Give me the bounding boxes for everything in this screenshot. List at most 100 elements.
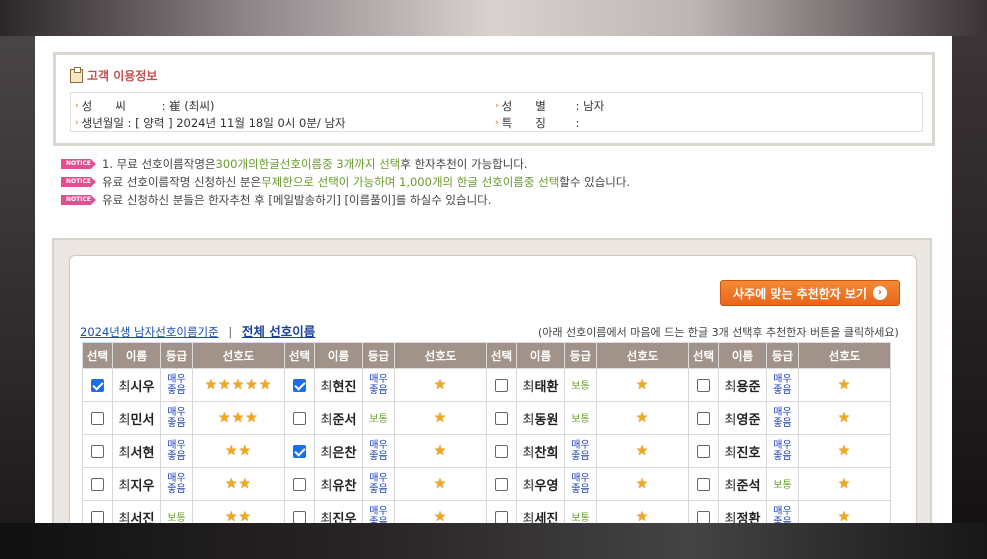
background-left: [0, 36, 35, 523]
star-rating-icon: ★: [837, 377, 852, 393]
clipboard-icon: [70, 66, 83, 83]
column-header: 이름: [314, 342, 363, 369]
feature-label: 특 징: [501, 116, 546, 130]
name-cell: 최진우: [314, 500, 363, 524]
name-surname: 최: [320, 412, 333, 428]
name-checkbox[interactable]: [293, 444, 306, 458]
column-header: 선택: [284, 342, 315, 369]
preference-cell: ★★★★★: [192, 368, 285, 402]
star-rating-icon: ★★★★★: [204, 377, 273, 393]
preference-cell: ★: [798, 434, 891, 468]
name-checkbox[interactable]: [697, 444, 710, 458]
star-rating-icon: ★: [433, 509, 448, 523]
grade-label: 매우좋음: [167, 406, 186, 429]
name-surname: 최: [522, 412, 535, 428]
name-surname: 최: [724, 511, 737, 524]
select-cell: [82, 434, 113, 468]
grade-cell: 보통: [362, 401, 395, 435]
column-header: 선택: [688, 342, 719, 369]
name-cell: 최준서: [314, 401, 363, 435]
name-checkbox[interactable]: [697, 510, 710, 523]
name-checkbox[interactable]: [697, 411, 710, 425]
arrow-icon: ›: [75, 118, 79, 128]
column-header: 이름: [718, 342, 767, 369]
name-checkbox[interactable]: [293, 411, 306, 425]
list-hint: (아래 선호이름에서 마음에 드는 한글 3개 선택후 추천한자 버튼을 클릭하…: [538, 326, 899, 339]
name-checkbox[interactable]: [495, 444, 508, 458]
select-cell: [284, 467, 315, 501]
name-cell: 최지우: [112, 467, 161, 501]
select-cell: [284, 500, 315, 523]
name-checkbox[interactable]: [293, 378, 306, 392]
star-rating-icon: ★: [635, 476, 650, 492]
name-list-panel: 사주에 맞는 추천한자 보기 › 2024년생 남자선호이름기준 | 전체 선호…: [52, 238, 932, 523]
name-checkbox[interactable]: [293, 477, 306, 491]
name-given: 서현: [130, 445, 155, 461]
notice-item: NOTICE 유료 신청하신 분들은 한자추천 후 [메일발송하기] [이름풀이…: [61, 191, 630, 209]
star-rating-icon: ★: [837, 476, 852, 492]
name-checkbox[interactable]: [697, 477, 710, 491]
grade-cell: 매우좋음: [766, 434, 799, 468]
name-checkbox[interactable]: [91, 444, 104, 458]
name-cell: 최영준: [718, 401, 767, 435]
name-cell: 최서진: [112, 500, 161, 523]
grade-label: 매우좋음: [369, 439, 388, 462]
background-top: [0, 0, 987, 36]
name-cell: 최태환: [516, 368, 565, 402]
name-given: 진호: [736, 445, 761, 461]
preference-cell: ★★: [192, 467, 285, 501]
notice-badge: NOTICE: [61, 195, 96, 205]
name-checkbox[interactable]: [293, 510, 306, 523]
column-header: 등급: [362, 342, 395, 369]
name-surname: 최: [118, 379, 131, 395]
name-checkbox[interactable]: [91, 510, 104, 523]
grade-cell: 매우좋음: [766, 401, 799, 435]
name-cell: 최찬희: [516, 434, 565, 468]
name-surname: 최: [320, 379, 333, 395]
background-bottom: [0, 523, 987, 559]
table-row: 최시우 매우좋음 ★★★★★ 최현진 매우좋음 ★ 최태환 보통 ★ 최용준 매우좋음 ★: [82, 368, 891, 402]
select-cell: [82, 368, 113, 402]
grade-cell: 보통: [564, 368, 597, 402]
name-checkbox[interactable]: [91, 411, 104, 425]
grade-label: 보통: [167, 513, 186, 523]
grade-label: 매우좋음: [773, 505, 792, 524]
star-rating-icon: ★: [433, 410, 448, 426]
star-rating-icon: ★: [635, 509, 650, 523]
name-surname: 최: [522, 511, 535, 524]
name-checkbox[interactable]: [91, 477, 104, 491]
link-year-names[interactable]: 2024년생 남자선호이름기준: [80, 325, 219, 339]
notice-badge: NOTICE: [61, 177, 96, 187]
star-rating-icon: ★★: [224, 476, 253, 492]
preference-cell: ★★: [192, 434, 285, 468]
column-header: 선호도: [192, 342, 285, 369]
name-checkbox[interactable]: [697, 378, 710, 392]
select-cell: [688, 368, 719, 402]
name-given: 진우: [332, 511, 357, 524]
grade-cell: 매우좋음: [766, 368, 799, 402]
surname-label: 성 씨: [81, 99, 126, 113]
notice-list: NOTICE 1. 무료 선호이름작명은 300개의 한글선호이름중 3개까지 …: [61, 155, 630, 209]
select-cell: [486, 434, 517, 468]
name-checkbox[interactable]: [495, 378, 508, 392]
name-surname: 최: [118, 478, 131, 494]
name-checkbox[interactable]: [495, 477, 508, 491]
column-header: 등급: [564, 342, 597, 369]
select-cell: [486, 401, 517, 435]
name-checkbox[interactable]: [495, 510, 508, 523]
link-all-names[interactable]: 전체 선호이름: [242, 324, 315, 339]
preference-cell: ★: [596, 368, 689, 402]
name-checkbox[interactable]: [495, 411, 508, 425]
gender-row: › 성 별 : 남자: [495, 99, 605, 113]
gender-value: 남자: [583, 99, 605, 113]
select-cell: [688, 434, 719, 468]
grade-label: 매우좋음: [167, 373, 186, 396]
recommend-hanja-button[interactable]: 사주에 맞는 추천한자 보기 ›: [720, 280, 900, 306]
star-rating-icon: ★: [635, 377, 650, 393]
name-checkbox[interactable]: [91, 378, 104, 392]
star-rating-icon: ★: [433, 443, 448, 459]
surname-row: › 성 씨 : 崔 (최씨): [75, 99, 215, 113]
select-cell: [82, 401, 113, 435]
table-row: 최서현 매우좋음 ★★ 최은찬 매우좋음 ★ 최찬희 매우좋음 ★ 최진호 매우좋음 ★: [82, 434, 891, 468]
name-cell: 최준석: [718, 467, 767, 501]
